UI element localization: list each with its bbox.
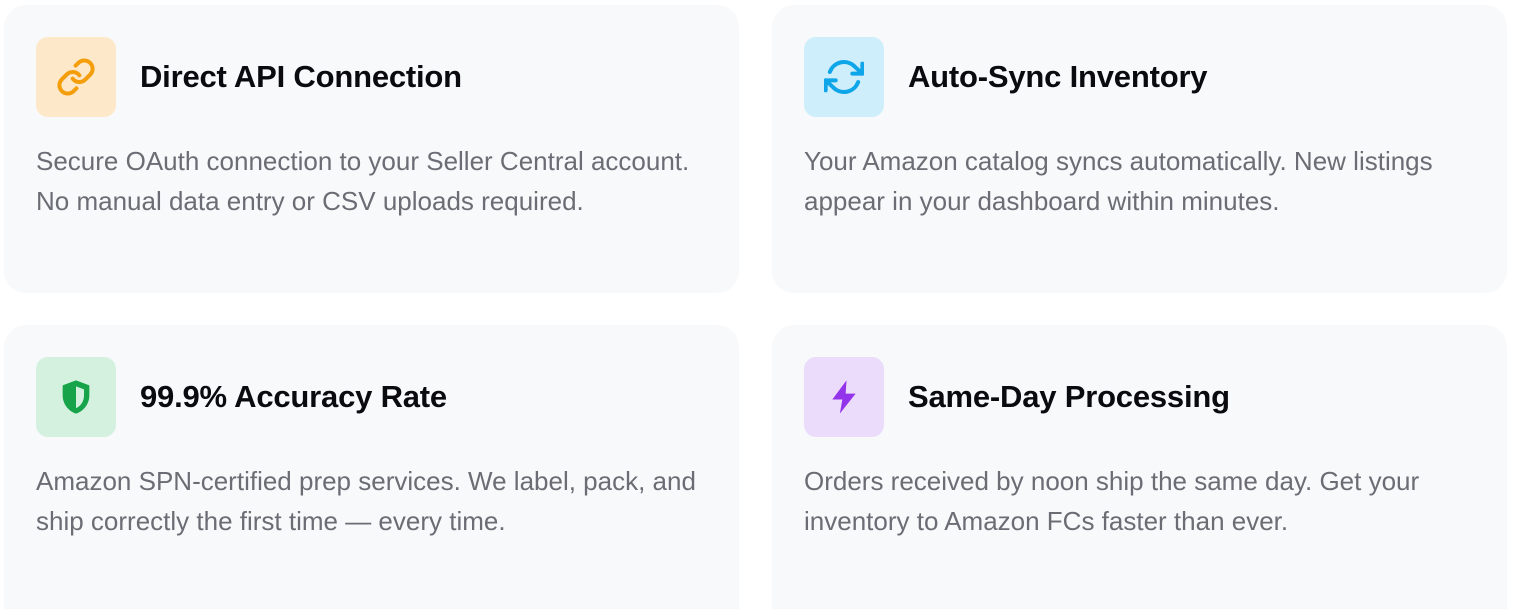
lightning-icon [832, 380, 856, 414]
feature-icon-box [36, 37, 116, 117]
feature-card-same-day: Same-Day Processing Orders received by n… [772, 325, 1507, 609]
feature-title: Auto-Sync Inventory [908, 59, 1208, 94]
link-icon [57, 58, 95, 96]
feature-card-direct-api: Direct API Connection Secure OAuth conne… [4, 5, 739, 293]
feature-card-accuracy: 99.9% Accuracy Rate Amazon SPN-certified… [4, 325, 739, 609]
feature-card-auto-sync: Auto-Sync Inventory Your Amazon catalog … [772, 5, 1507, 293]
feature-grid: Direct API Connection Secure OAuth conne… [0, 0, 1515, 609]
feature-description: Secure OAuth connection to your Seller C… [36, 146, 690, 216]
feature-description: Amazon SPN-certified prep services. We l… [36, 466, 696, 536]
feature-icon-box [804, 37, 884, 117]
feature-title: Same-Day Processing [908, 379, 1230, 414]
feature-icon-box [36, 357, 116, 437]
feature-title: Direct API Connection [140, 59, 462, 94]
shield-icon [62, 380, 90, 414]
feature-description: Your Amazon catalog syncs automatically.… [804, 146, 1433, 216]
feature-title: 99.9% Accuracy Rate [140, 379, 447, 414]
feature-icon-box [804, 357, 884, 437]
sync-icon [824, 60, 864, 94]
feature-description: Orders received by noon ship the same da… [804, 466, 1420, 536]
